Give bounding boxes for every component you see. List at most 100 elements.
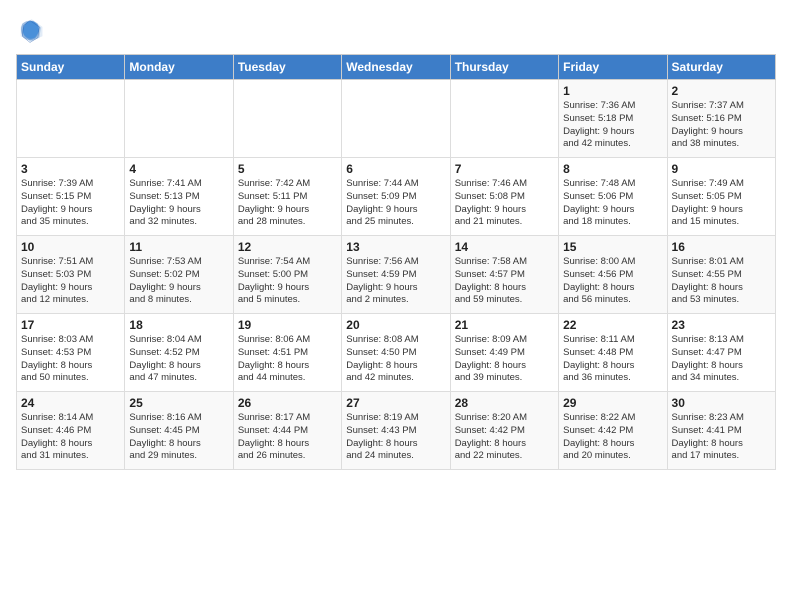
week-row-5: 24 Sunrise: 8:14 AM Sunset: 4:46 PM Dayli… — [17, 392, 776, 470]
day-cell: 26 Sunrise: 8:17 AM Sunset: 4:44 PM Dayli… — [233, 392, 341, 470]
col-header-tuesday: Tuesday — [233, 55, 341, 80]
day-number: 10 — [21, 240, 120, 254]
day-info: Sunrise: 8:06 AM Sunset: 4:51 PM Dayligh… — [238, 334, 337, 385]
day-info: Sunrise: 8:08 AM Sunset: 4:50 PM Dayligh… — [346, 334, 445, 385]
day-cell: 18 Sunrise: 8:04 AM Sunset: 4:52 PM Dayli… — [125, 314, 233, 392]
day-info: Sunrise: 8:03 AM Sunset: 4:53 PM Dayligh… — [21, 334, 120, 385]
day-info: Sunrise: 8:11 AM Sunset: 4:48 PM Dayligh… — [563, 334, 662, 385]
col-header-friday: Friday — [559, 55, 667, 80]
day-info: Sunrise: 8:23 AM Sunset: 4:41 PM Dayligh… — [672, 412, 771, 463]
day-cell: 29 Sunrise: 8:22 AM Sunset: 4:42 PM Dayli… — [559, 392, 667, 470]
day-number: 27 — [346, 396, 445, 410]
day-cell: 20 Sunrise: 8:08 AM Sunset: 4:50 PM Dayli… — [342, 314, 450, 392]
day-info: Sunrise: 7:56 AM Sunset: 4:59 PM Dayligh… — [346, 256, 445, 307]
logo — [16, 16, 48, 44]
day-info: Sunrise: 7:48 AM Sunset: 5:06 PM Dayligh… — [563, 178, 662, 229]
day-number: 1 — [563, 84, 662, 98]
day-number: 25 — [129, 396, 228, 410]
day-number: 9 — [672, 162, 771, 176]
day-number: 3 — [21, 162, 120, 176]
day-cell: 21 Sunrise: 8:09 AM Sunset: 4:49 PM Dayli… — [450, 314, 558, 392]
day-info: Sunrise: 7:36 AM Sunset: 5:18 PM Dayligh… — [563, 100, 662, 151]
day-cell: 7 Sunrise: 7:46 AM Sunset: 5:08 PM Daylig… — [450, 158, 558, 236]
day-cell: 16 Sunrise: 8:01 AM Sunset: 4:55 PM Dayli… — [667, 236, 775, 314]
day-cell — [233, 80, 341, 158]
day-info: Sunrise: 8:14 AM Sunset: 4:46 PM Dayligh… — [21, 412, 120, 463]
day-info: Sunrise: 8:01 AM Sunset: 4:55 PM Dayligh… — [672, 256, 771, 307]
day-info: Sunrise: 7:42 AM Sunset: 5:11 PM Dayligh… — [238, 178, 337, 229]
col-header-thursday: Thursday — [450, 55, 558, 80]
day-number: 23 — [672, 318, 771, 332]
day-cell — [450, 80, 558, 158]
header — [16, 16, 776, 44]
day-info: Sunrise: 8:22 AM Sunset: 4:42 PM Dayligh… — [563, 412, 662, 463]
day-info: Sunrise: 8:17 AM Sunset: 4:44 PM Dayligh… — [238, 412, 337, 463]
day-cell: 25 Sunrise: 8:16 AM Sunset: 4:45 PM Dayli… — [125, 392, 233, 470]
day-cell: 11 Sunrise: 7:53 AM Sunset: 5:02 PM Dayli… — [125, 236, 233, 314]
page: SundayMondayTuesdayWednesdayThursdayFrid… — [0, 0, 792, 480]
day-info: Sunrise: 8:04 AM Sunset: 4:52 PM Dayligh… — [129, 334, 228, 385]
day-number: 2 — [672, 84, 771, 98]
day-cell: 15Sunrise: 8:00 AM Sunset: 4:56 PM Dayli… — [559, 236, 667, 314]
day-number: 14 — [455, 240, 554, 254]
header-row: SundayMondayTuesdayWednesdayThursdayFrid… — [17, 55, 776, 80]
day-info: Sunrise: 7:41 AM Sunset: 5:13 PM Dayligh… — [129, 178, 228, 229]
day-cell: 13Sunrise: 7:56 AM Sunset: 4:59 PM Dayli… — [342, 236, 450, 314]
day-number: 29 — [563, 396, 662, 410]
day-info: Sunrise: 8:13 AM Sunset: 4:47 PM Dayligh… — [672, 334, 771, 385]
day-cell: 12Sunrise: 7:54 AM Sunset: 5:00 PM Dayli… — [233, 236, 341, 314]
day-number: 28 — [455, 396, 554, 410]
day-cell: 28 Sunrise: 8:20 AM Sunset: 4:42 PM Dayli… — [450, 392, 558, 470]
day-number: 18 — [129, 318, 228, 332]
day-number: 16 — [672, 240, 771, 254]
day-cell: 4Sunrise: 7:41 AM Sunset: 5:13 PM Daylig… — [125, 158, 233, 236]
week-row-4: 17 Sunrise: 8:03 AM Sunset: 4:53 PM Dayli… — [17, 314, 776, 392]
week-row-1: 1 Sunrise: 7:36 AM Sunset: 5:18 PM Daylig… — [17, 80, 776, 158]
day-info: Sunrise: 8:09 AM Sunset: 4:49 PM Dayligh… — [455, 334, 554, 385]
day-info: Sunrise: 7:51 AM Sunset: 5:03 PM Dayligh… — [21, 256, 120, 307]
day-info: Sunrise: 7:39 AM Sunset: 5:15 PM Dayligh… — [21, 178, 120, 229]
day-number: 30 — [672, 396, 771, 410]
day-number: 12 — [238, 240, 337, 254]
day-number: 17 — [21, 318, 120, 332]
day-number: 21 — [455, 318, 554, 332]
day-number: 11 — [129, 240, 228, 254]
day-number: 7 — [455, 162, 554, 176]
day-cell: 30 Sunrise: 8:23 AM Sunset: 4:41 PM Dayli… — [667, 392, 775, 470]
day-cell: 3 Sunrise: 7:39 AM Sunset: 5:15 PM Daylig… — [17, 158, 125, 236]
calendar-table: SundayMondayTuesdayWednesdayThursdayFrid… — [16, 54, 776, 470]
day-number: 26 — [238, 396, 337, 410]
day-number: 20 — [346, 318, 445, 332]
day-cell — [342, 80, 450, 158]
day-number: 5 — [238, 162, 337, 176]
day-info: Sunrise: 7:44 AM Sunset: 5:09 PM Dayligh… — [346, 178, 445, 229]
logo-icon — [16, 16, 44, 44]
day-cell: 10 Sunrise: 7:51 AM Sunset: 5:03 PM Dayli… — [17, 236, 125, 314]
day-info: Sunrise: 7:46 AM Sunset: 5:08 PM Dayligh… — [455, 178, 554, 229]
day-cell: 19Sunrise: 8:06 AM Sunset: 4:51 PM Dayli… — [233, 314, 341, 392]
day-number: 15 — [563, 240, 662, 254]
day-info: Sunrise: 8:16 AM Sunset: 4:45 PM Dayligh… — [129, 412, 228, 463]
day-cell: 23 Sunrise: 8:13 AM Sunset: 4:47 PM Dayli… — [667, 314, 775, 392]
day-cell: 22 Sunrise: 8:11 AM Sunset: 4:48 PM Dayli… — [559, 314, 667, 392]
day-cell: 6 Sunrise: 7:44 AM Sunset: 5:09 PM Daylig… — [342, 158, 450, 236]
day-number: 22 — [563, 318, 662, 332]
col-header-wednesday: Wednesday — [342, 55, 450, 80]
day-cell: 24 Sunrise: 8:14 AM Sunset: 4:46 PM Dayli… — [17, 392, 125, 470]
col-header-sunday: Sunday — [17, 55, 125, 80]
day-cell: 14Sunrise: 7:58 AM Sunset: 4:57 PM Dayli… — [450, 236, 558, 314]
day-cell — [17, 80, 125, 158]
col-header-saturday: Saturday — [667, 55, 775, 80]
day-number: 24 — [21, 396, 120, 410]
day-info: Sunrise: 8:20 AM Sunset: 4:42 PM Dayligh… — [455, 412, 554, 463]
day-info: Sunrise: 7:53 AM Sunset: 5:02 PM Dayligh… — [129, 256, 228, 307]
day-cell: 8 Sunrise: 7:48 AM Sunset: 5:06 PM Daylig… — [559, 158, 667, 236]
day-cell: 27 Sunrise: 8:19 AM Sunset: 4:43 PM Dayli… — [342, 392, 450, 470]
day-cell — [125, 80, 233, 158]
col-header-monday: Monday — [125, 55, 233, 80]
day-info: Sunrise: 8:19 AM Sunset: 4:43 PM Dayligh… — [346, 412, 445, 463]
day-number: 8 — [563, 162, 662, 176]
week-row-3: 10 Sunrise: 7:51 AM Sunset: 5:03 PM Dayli… — [17, 236, 776, 314]
day-info: Sunrise: 7:49 AM Sunset: 5:05 PM Dayligh… — [672, 178, 771, 229]
day-number: 6 — [346, 162, 445, 176]
